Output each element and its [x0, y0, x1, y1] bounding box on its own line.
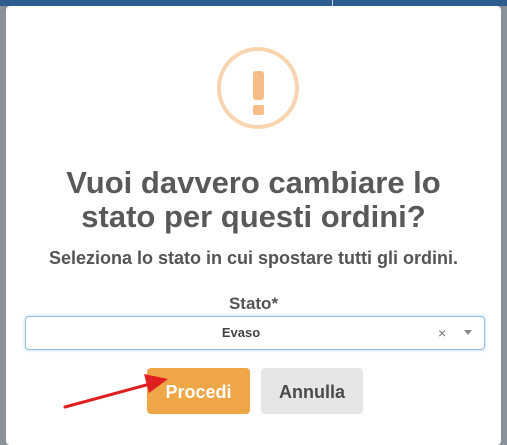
cancel-button[interactable]: Annulla [261, 368, 363, 414]
chevron-down-icon[interactable] [464, 330, 472, 335]
confirm-dialog: Vuoi davvero cambiare lo stato per quest… [6, 6, 501, 445]
status-select[interactable]: Evaso × [25, 316, 485, 350]
exclamation-icon [217, 47, 299, 129]
exclamation-bar [252, 71, 264, 100]
exclamation-dot [252, 105, 264, 115]
status-select-value: Evaso [221, 325, 261, 340]
clear-icon[interactable]: × [438, 317, 446, 349]
status-field-label: Stato* [228, 294, 279, 313]
dialog-title: Vuoi davvero cambiare lo stato per quest… [66, 165, 441, 234]
dialog-subtitle: Seleziona lo stato in cui spostare tutti… [48, 248, 459, 268]
confirm-button[interactable]: Procedi [147, 368, 250, 414]
